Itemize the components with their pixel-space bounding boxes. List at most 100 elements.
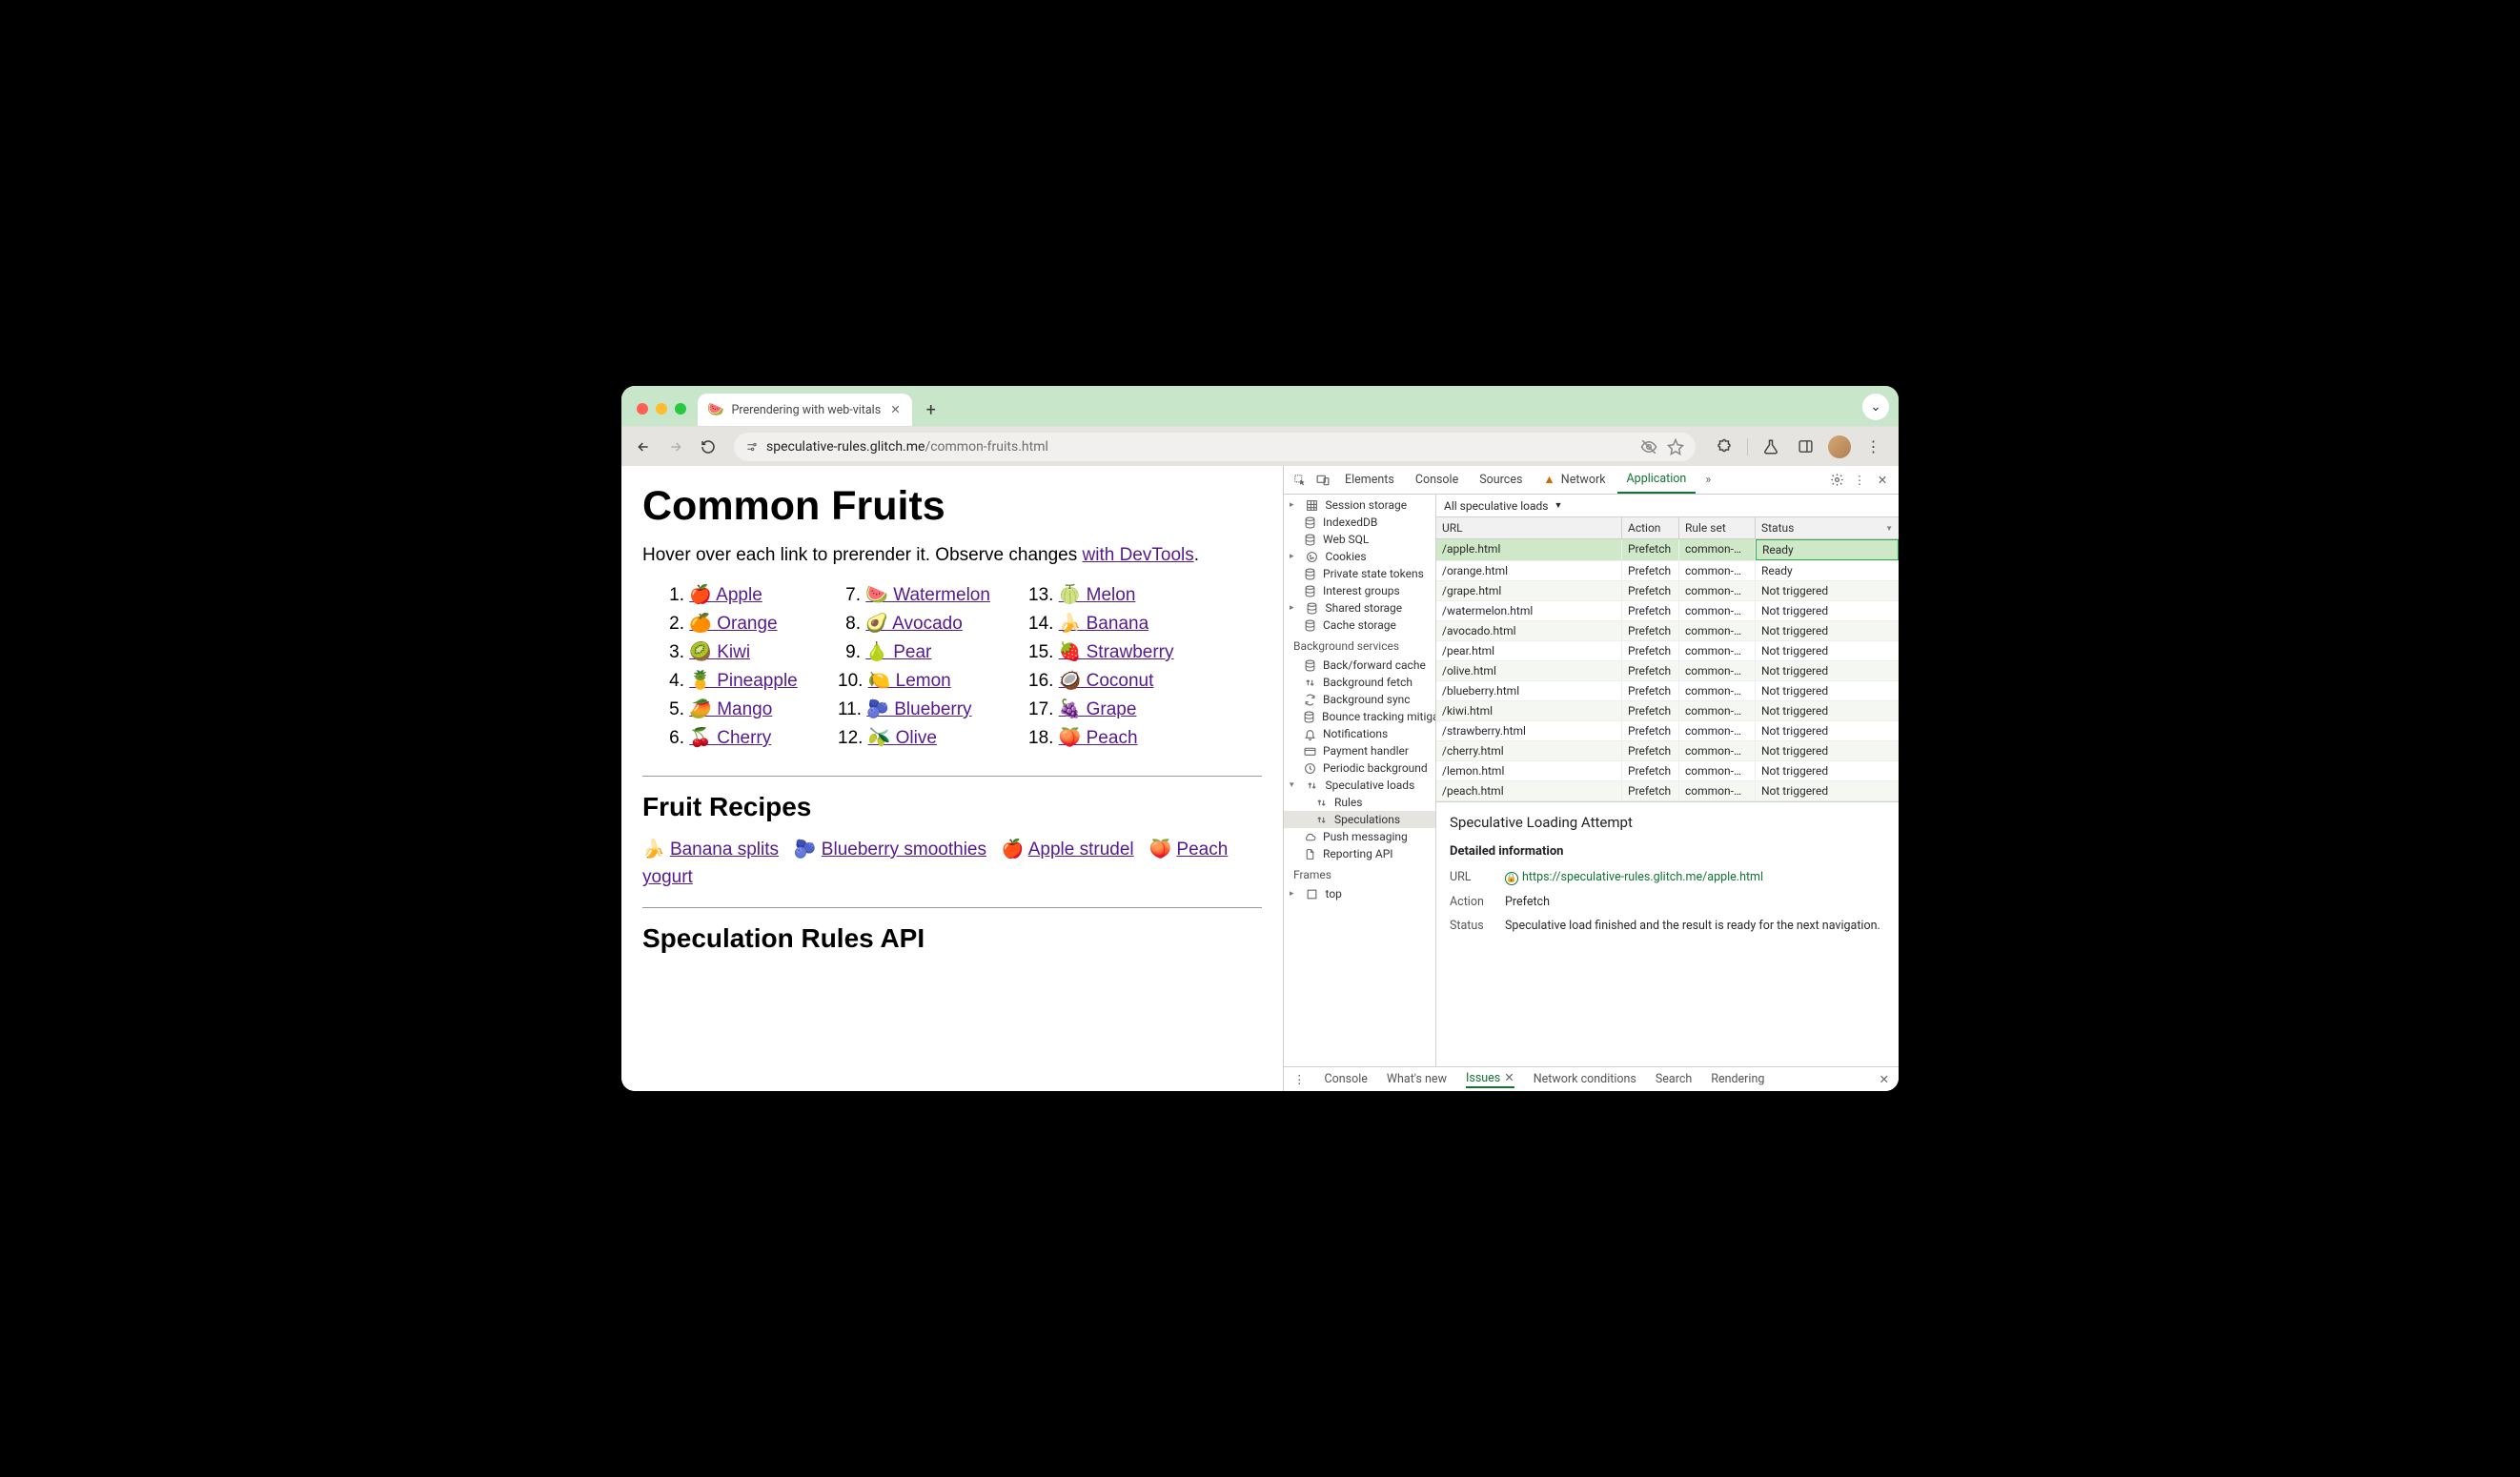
sidebar-item[interactable]: Speculative loads (1284, 777, 1435, 794)
drawer-tab[interactable]: Console (1325, 1072, 1368, 1086)
browser-tab[interactable]: 🍉 Prerendering with web-vitals ✕ (698, 394, 912, 426)
eye-off-icon[interactable] (1640, 438, 1657, 455)
close-drawer-button[interactable]: ✕ (1880, 1072, 1889, 1087)
fruit-link[interactable]: 🍉 Watermelon (865, 585, 990, 605)
fruit-link[interactable]: 🍇 Grape (1059, 699, 1137, 719)
settings-button[interactable] (1826, 473, 1847, 487)
extensions-button[interactable] (1711, 434, 1738, 460)
tab-console[interactable]: Console (1406, 466, 1468, 494)
sidebar-item[interactable]: Back/forward cache (1284, 657, 1435, 674)
sidebar-item[interactable]: Shared storage (1284, 599, 1435, 617)
fruit-link[interactable]: 🥭 Mango (689, 699, 772, 719)
more-tabs-button[interactable]: » (1697, 473, 1718, 487)
sidebar-item[interactable]: Payment handler (1284, 742, 1435, 759)
fruit-link[interactable]: 🍊 Orange (689, 614, 777, 634)
sidebar-item[interactable]: Background fetch (1284, 674, 1435, 691)
sidebar-item[interactable]: Reporting API (1284, 845, 1435, 862)
table-row[interactable]: /orange.htmlPrefetchcommon-…Ready (1436, 561, 1899, 581)
inspect-element-button[interactable] (1290, 474, 1311, 487)
table-row[interactable]: /apple.htmlPrefetchcommon-…Ready (1436, 539, 1899, 561)
sidebar-item[interactable]: IndexedDB (1284, 514, 1435, 531)
close-devtools-button[interactable]: ✕ (1872, 473, 1893, 488)
sidebar-item[interactable]: Bounce tracking mitigation (1284, 708, 1435, 725)
recipe-link[interactable]: Blueberry smoothies (822, 840, 986, 860)
drawer-tab[interactable]: What's new (1387, 1072, 1447, 1086)
tab-application[interactable]: Application (1617, 466, 1697, 494)
chrome-menu-button[interactable]: ⋮ (1860, 434, 1887, 460)
table-row[interactable]: /watermelon.htmlPrefetchcommon-…Not trig… (1436, 601, 1899, 621)
sidebar-item[interactable]: Speculations (1284, 811, 1435, 828)
sidebar-item[interactable]: Private state tokens (1284, 565, 1435, 582)
reload-button[interactable] (694, 433, 722, 461)
db-icon (1303, 568, 1316, 580)
table-row[interactable]: /cherry.htmlPrefetchcommon-…Not triggere… (1436, 741, 1899, 761)
maximize-window-button[interactable] (675, 403, 686, 415)
tab-sources[interactable]: Sources (1470, 466, 1532, 494)
col-url[interactable]: URL (1436, 517, 1622, 538)
fruit-link[interactable]: 🍌 Banana (1059, 614, 1148, 634)
detail-url-value[interactable]: https://speculative-rules.glitch.me/appl… (1522, 870, 1763, 884)
drawer-tab[interactable]: Search (1656, 1072, 1692, 1086)
sidebar-item[interactable]: Periodic background (1284, 759, 1435, 777)
fruit-link[interactable]: 🍈 Melon (1059, 585, 1136, 605)
side-panel-button[interactable] (1792, 434, 1819, 460)
labs-button[interactable] (1758, 434, 1784, 460)
sidebar-item[interactable]: Notifications (1284, 725, 1435, 742)
back-button[interactable] (629, 433, 658, 461)
table-row[interactable]: /pear.htmlPrefetchcommon-…Not triggered (1436, 641, 1899, 661)
fruit-link[interactable]: 🍑 Peach (1059, 728, 1138, 748)
col-action[interactable]: Action (1622, 517, 1679, 538)
table-row[interactable]: /lemon.htmlPrefetchcommon-…Not triggered (1436, 761, 1899, 781)
drawer-tab[interactable]: Issues ✕ (1466, 1070, 1514, 1088)
recipe-link[interactable]: Apple strudel (1028, 840, 1134, 860)
table-row[interactable]: /strawberry.htmlPrefetchcommon-…Not trig… (1436, 721, 1899, 741)
fruit-link[interactable]: 🥑 Avocado (865, 614, 963, 634)
tab-network[interactable]: ▲Network (1534, 466, 1615, 494)
col-ruleset[interactable]: Rule set (1679, 517, 1756, 538)
minimize-window-button[interactable] (656, 403, 667, 415)
fruit-link[interactable]: 🍓 Strawberry (1059, 642, 1174, 662)
device-toolbar-button[interactable] (1312, 474, 1333, 487)
drawer-tab[interactable]: Rendering (1711, 1072, 1764, 1086)
fruit-link[interactable]: 🫒 Olive (868, 728, 937, 748)
sidebar-item[interactable]: Session storage (1284, 496, 1435, 514)
devtools-kebab[interactable]: ⋮ (1849, 473, 1870, 488)
sidebar-item[interactable]: Interest groups (1284, 582, 1435, 599)
table-row[interactable]: /olive.htmlPrefetchcommon-…Not triggered (1436, 661, 1899, 681)
sidebar-item[interactable]: Rules (1284, 794, 1435, 811)
table-row[interactable]: /kiwi.htmlPrefetchcommon-…Not triggered (1436, 701, 1899, 721)
sidebar-item[interactable]: Web SQL (1284, 531, 1435, 548)
fruit-link[interactable]: 🥝 Kiwi (689, 642, 750, 662)
sidebar-item[interactable]: Background sync (1284, 691, 1435, 708)
sidebar-item[interactable]: Push messaging (1284, 828, 1435, 845)
table-row[interactable]: /avocado.htmlPrefetchcommon-…Not trigger… (1436, 621, 1899, 641)
fruit-link[interactable]: 🍒 Cherry (689, 728, 771, 748)
recipe-link[interactable]: Banana splits (670, 840, 779, 860)
fruit-link[interactable]: 🍋 Lemon (868, 671, 951, 691)
new-tab-button[interactable]: + (918, 396, 945, 423)
table-row[interactable]: /peach.htmlPrefetchcommon-…Not triggered (1436, 781, 1899, 801)
omnibox[interactable]: speculative-rules.glitch.me/common-fruit… (734, 433, 1696, 461)
window-menu-button[interactable]: ⌄ (1862, 394, 1889, 420)
drawer-kebab[interactable]: ⋮ (1293, 1072, 1306, 1087)
fruit-link[interactable]: 🍐 Pear (865, 642, 931, 662)
close-window-button[interactable] (637, 403, 648, 415)
fruit-link[interactable]: 🥥 Coconut (1059, 671, 1154, 691)
forward-button[interactable] (661, 433, 690, 461)
table-row[interactable]: /blueberry.htmlPrefetchcommon-…Not trigg… (1436, 681, 1899, 701)
col-status[interactable]: Status▼ (1756, 517, 1899, 538)
devtools-link[interactable]: with DevTools (1083, 545, 1194, 565)
tab-elements[interactable]: Elements (1335, 466, 1404, 494)
close-tab-icon[interactable]: ✕ (888, 400, 902, 419)
fruit-link[interactable]: 🫐 Blueberry (866, 699, 971, 719)
sidebar-item[interactable]: Cache storage (1284, 617, 1435, 634)
table-row[interactable]: /grape.htmlPrefetchcommon-…Not triggered (1436, 581, 1899, 601)
fruit-link[interactable]: 🍎 Apple (689, 585, 762, 605)
star-icon[interactable] (1667, 438, 1684, 455)
filter-bar[interactable]: All speculative loads ▼ (1436, 495, 1899, 517)
fruit-link[interactable]: 🍍 Pineapple (689, 671, 797, 691)
sidebar-item[interactable]: top (1284, 885, 1435, 902)
drawer-tab[interactable]: Network conditions (1534, 1072, 1636, 1086)
profile-button[interactable] (1826, 434, 1853, 460)
sidebar-item[interactable]: Cookies (1284, 548, 1435, 565)
